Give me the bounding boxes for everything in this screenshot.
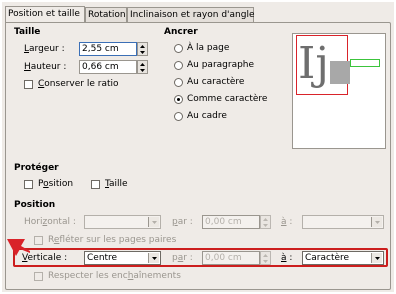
preview-object-box bbox=[330, 61, 350, 84]
width-label: Largeur : bbox=[24, 44, 65, 54]
anchor-page-label: À la page bbox=[187, 43, 230, 53]
vertical-down-arrow-icon[interactable] bbox=[261, 258, 270, 264]
height-field[interactable]: 0,66 cm bbox=[79, 60, 137, 74]
position-size-dialog: Position et taille Rotation Inclinaison … bbox=[2, 2, 394, 292]
vertical-by-spinner[interactable] bbox=[260, 251, 271, 265]
tab-position-size[interactable]: Position et taille bbox=[5, 6, 85, 23]
height-down-arrow-icon[interactable] bbox=[138, 67, 147, 73]
height-label: Hauteur : bbox=[24, 62, 67, 72]
follow-flow-checkbox[interactable] bbox=[34, 272, 43, 281]
follow-flow-label: Respecter les enchaînements bbox=[48, 271, 181, 281]
protect-position-label: Position bbox=[38, 179, 74, 189]
horizontal-to-select[interactable] bbox=[302, 215, 384, 229]
vertical-label: Verticale : bbox=[22, 253, 68, 263]
anchor-as-character-radio[interactable] bbox=[174, 95, 183, 104]
protect-position-checkbox[interactable] bbox=[24, 180, 33, 189]
protect-header: Protéger bbox=[14, 163, 59, 173]
horizontal-label: Horizontal : bbox=[24, 217, 76, 227]
anchor-character-radio[interactable] bbox=[174, 78, 183, 87]
mirror-checkbox[interactable] bbox=[34, 236, 43, 245]
horizontal-select[interactable] bbox=[84, 215, 161, 229]
anchor-frame-label: Au cadre bbox=[187, 111, 227, 121]
protect-size-checkbox[interactable] bbox=[91, 180, 100, 189]
anchor-preview: Ij bbox=[292, 33, 386, 149]
keep-ratio-label: Conserver le ratio bbox=[38, 79, 119, 89]
horizontal-by-field[interactable]: 0,00 cm bbox=[202, 215, 260, 229]
vertical-select-value: Centre bbox=[87, 253, 118, 263]
width-spinner[interactable] bbox=[137, 42, 148, 56]
horizontal-to-label: à : bbox=[281, 217, 293, 227]
keep-ratio-checkbox[interactable] bbox=[24, 80, 33, 89]
preview-glyph: Ij bbox=[298, 38, 330, 89]
anchor-page-radio[interactable] bbox=[174, 44, 183, 53]
preview-object-outline bbox=[350, 59, 380, 67]
size-header: Taille bbox=[14, 27, 41, 37]
vertical-select[interactable]: Centre bbox=[84, 251, 161, 265]
horizontal-by-label: par : bbox=[172, 217, 193, 227]
anchor-frame-radio[interactable] bbox=[174, 112, 183, 121]
anchor-paragraph-radio[interactable] bbox=[174, 61, 183, 70]
anchor-as-character-label: Comme caractère bbox=[187, 94, 268, 104]
vertical-to-select-value: Caractère bbox=[305, 253, 350, 263]
position-header: Position bbox=[14, 200, 56, 210]
anchor-character-label: Au caractère bbox=[187, 77, 245, 87]
vertical-dropdown-icon[interactable] bbox=[148, 253, 159, 263]
horizontal-by-spinner[interactable] bbox=[260, 215, 271, 229]
tab-rotation[interactable]: Rotation bbox=[85, 7, 127, 22]
horizontal-to-dropdown-icon[interactable] bbox=[371, 217, 382, 227]
tab-slant-corner-radius[interactable]: Inclinaison et rayon d'angle bbox=[127, 7, 254, 22]
vertical-by-field[interactable]: 0,00 cm bbox=[202, 251, 260, 265]
anchor-paragraph-label: Au paragraphe bbox=[187, 60, 255, 70]
protect-size-label: Taille bbox=[105, 179, 128, 189]
anchor-header: Ancrer bbox=[164, 27, 198, 37]
width-field[interactable]: 2,55 cm bbox=[79, 42, 137, 56]
height-spinner[interactable] bbox=[137, 60, 148, 74]
vertical-by-label: par : bbox=[172, 253, 193, 263]
vertical-to-select[interactable]: Caractère bbox=[302, 251, 384, 265]
tab-panel: Taille Largeur : 2,55 cm Hauteur : 0,66 … bbox=[5, 22, 391, 290]
vertical-to-label: à : bbox=[281, 253, 293, 263]
horizontal-down-arrow-icon[interactable] bbox=[261, 222, 270, 228]
mirror-label: Refléter sur les pages paires bbox=[48, 235, 177, 245]
horizontal-dropdown-icon[interactable] bbox=[148, 217, 159, 227]
width-down-arrow-icon[interactable] bbox=[138, 49, 147, 55]
vertical-to-dropdown-icon[interactable] bbox=[371, 253, 382, 263]
